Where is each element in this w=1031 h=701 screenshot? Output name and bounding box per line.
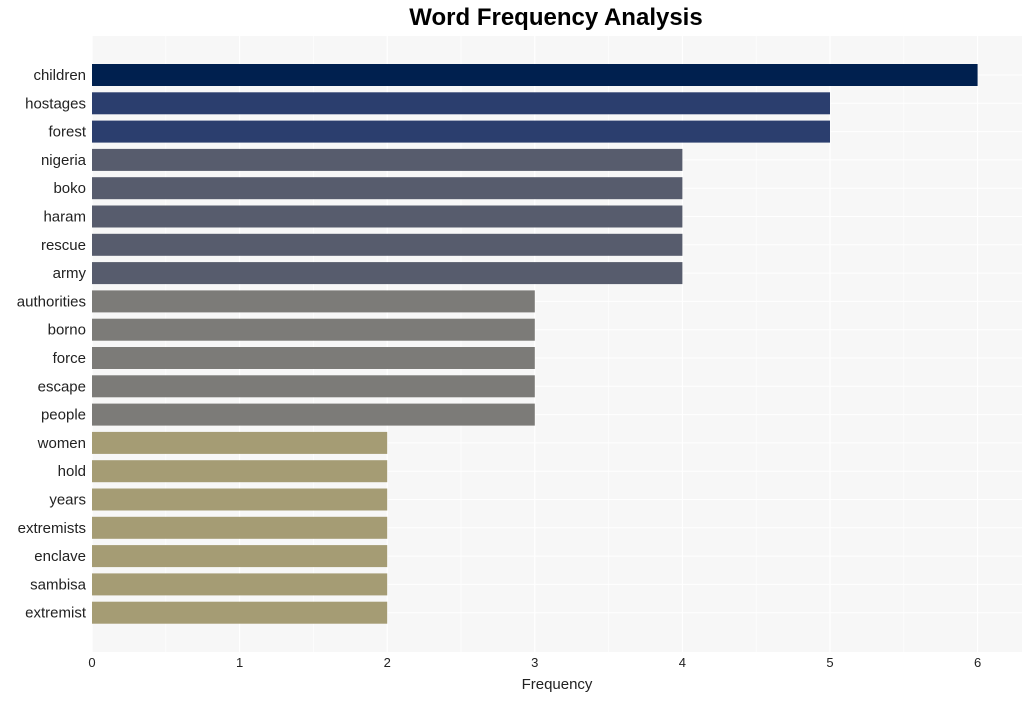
y-tick-label: people bbox=[41, 407, 86, 424]
bar-children bbox=[92, 64, 978, 86]
bar-escape bbox=[92, 375, 535, 398]
bar-army bbox=[92, 262, 683, 285]
y-tick-label: army bbox=[53, 265, 87, 282]
bar-extremists bbox=[92, 516, 388, 539]
bar-sambisa bbox=[92, 573, 388, 596]
bar-hostages bbox=[92, 92, 830, 115]
y-axis-labels: children hostages forest nigeria boko haram re… bbox=[17, 67, 87, 622]
bar-force bbox=[92, 347, 535, 369]
y-tick-label: hold bbox=[58, 463, 86, 480]
bar-extremist bbox=[92, 601, 388, 624]
bar-hold bbox=[92, 460, 388, 483]
bar-women bbox=[92, 431, 388, 454]
y-tick-label: years bbox=[49, 492, 86, 509]
y-tick-label: extremists bbox=[18, 520, 86, 537]
y-tick-label: nigeria bbox=[41, 152, 87, 169]
y-tick-label: women bbox=[37, 435, 86, 452]
x-tick-label: 5 bbox=[826, 655, 833, 670]
y-tick-label: borno bbox=[48, 322, 86, 339]
x-axis-label: Frequency bbox=[522, 676, 593, 693]
bar-enclave bbox=[92, 545, 388, 568]
x-tick-label: 0 bbox=[88, 655, 95, 670]
y-tick-label: force bbox=[53, 350, 86, 367]
bar-forest bbox=[92, 120, 830, 143]
bar-rescue bbox=[92, 233, 683, 256]
bar-years bbox=[92, 488, 388, 511]
y-tick-label: authorities bbox=[17, 293, 86, 310]
y-tick-label: forest bbox=[48, 124, 86, 141]
bar-haram bbox=[92, 205, 683, 228]
bar-nigeria bbox=[92, 148, 683, 171]
x-tick-label: 2 bbox=[384, 655, 391, 670]
y-tick-label: enclave bbox=[34, 548, 86, 565]
bar-borno bbox=[92, 318, 535, 341]
x-tick-label: 6 bbox=[974, 655, 981, 670]
y-tick-label: sambisa bbox=[30, 576, 87, 593]
y-tick-label: escape bbox=[38, 378, 86, 395]
x-axis-ticks: 0 1 2 3 4 5 6 bbox=[88, 655, 981, 670]
bar-authorities bbox=[92, 290, 535, 313]
y-tick-label: haram bbox=[43, 209, 86, 226]
bar-people bbox=[92, 403, 535, 426]
x-tick-label: 1 bbox=[236, 655, 243, 670]
bar-boko bbox=[92, 177, 683, 200]
y-tick-label: rescue bbox=[41, 237, 86, 254]
x-tick-label: 3 bbox=[531, 655, 538, 670]
y-tick-label: extremist bbox=[25, 605, 87, 622]
x-tick-label: 4 bbox=[679, 655, 686, 670]
y-tick-label: hostages bbox=[25, 95, 86, 112]
bar-chart: children hostages forest nigeria boko haram re… bbox=[17, 36, 1022, 693]
y-tick-label: boko bbox=[53, 180, 86, 197]
y-tick-label: children bbox=[33, 67, 86, 84]
